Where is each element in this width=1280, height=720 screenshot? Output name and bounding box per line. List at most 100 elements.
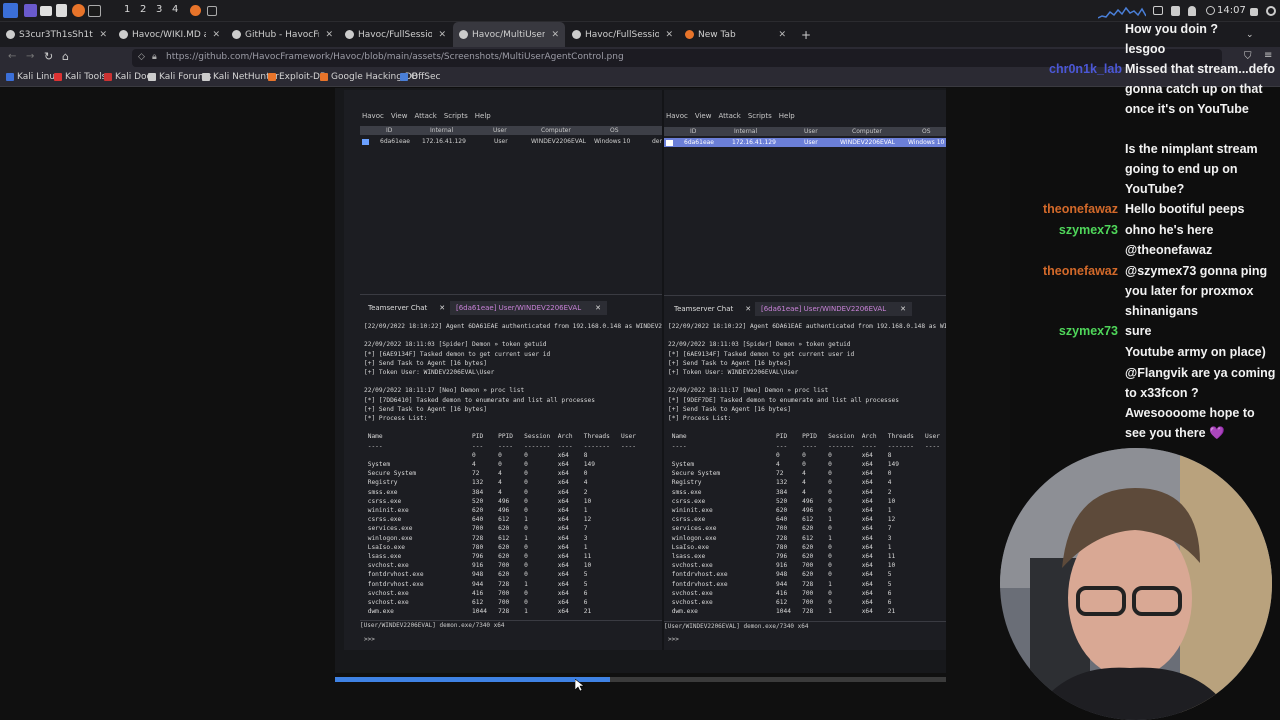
tab-new-tab[interactable]: New Tab ✕ — [679, 22, 792, 47]
command-input-left[interactable]: >>> — [364, 636, 375, 643]
close-icon[interactable]: ✕ — [900, 305, 906, 313]
close-tab-icon[interactable]: ✕ — [551, 30, 559, 40]
lock-icon[interactable]: 🔒︎ — [152, 52, 157, 62]
github-icon — [345, 30, 354, 39]
network-graph-icon — [1098, 6, 1146, 19]
ghdb-icon — [320, 73, 328, 81]
webcam-feed — [1000, 448, 1272, 720]
close-tab-icon[interactable]: ✕ — [438, 30, 446, 40]
window-icon[interactable] — [207, 6, 217, 16]
menu-view[interactable]: View — [695, 112, 712, 124]
clock-icon — [1206, 6, 1215, 15]
chat-message: ohno he's here @theonefawaz — [1125, 223, 1214, 257]
session-row-right-selected[interactable]: 6da61eae 172.16.41.129 User WINDEV2206EV… — [664, 138, 946, 147]
firefox-icon[interactable] — [72, 4, 85, 17]
tab-teamserver-chat-left[interactable]: Teamserver Chat ✕ — [368, 301, 445, 315]
menu-havoc[interactable]: Havoc — [362, 112, 384, 124]
firefox-icon — [685, 30, 694, 39]
file-manager-icon[interactable] — [40, 6, 52, 16]
chat-username: theonefawaz — [1042, 202, 1118, 216]
desktop-icon[interactable] — [24, 4, 37, 17]
tab-havoc-framework[interactable]: GitHub - HavocFramewo✕ — [226, 22, 339, 47]
github-icon — [119, 30, 128, 39]
back-icon[interactable]: ← — [8, 51, 16, 62]
menu-attack[interactable]: Attack — [414, 112, 436, 124]
tab-multiuseragentcontrol[interactable]: Havoc/MultiUserAgentCo✕ — [453, 22, 565, 47]
menu-view[interactable]: View — [391, 112, 408, 124]
tab-agent-right[interactable]: [6da61eae] User/WINDEV2206EVAL ✕ — [755, 302, 912, 316]
chat-username: szymex73 — [1058, 324, 1118, 338]
text-editor-icon[interactable] — [56, 4, 67, 17]
kali-docs-icon — [104, 73, 112, 81]
chat-username: theonefawaz — [1042, 264, 1118, 278]
power-icon[interactable] — [1266, 6, 1276, 16]
pane-divider — [662, 90, 664, 650]
bookmark-kali-tools[interactable]: Kali Tools — [54, 72, 106, 82]
tab-fullsessiongraph[interactable]: Havoc/FullSessionGraph✕ — [339, 22, 452, 47]
divider — [360, 294, 662, 295]
kali-tools-icon — [54, 73, 62, 81]
agent-icon — [666, 140, 673, 146]
tab-fullsessiongraph-2[interactable]: Havoc/FullSessionGraph✕ — [566, 22, 679, 47]
firefox-window-icon[interactable] — [190, 5, 201, 16]
forward-icon[interactable]: → — [26, 51, 34, 62]
exploit-db-icon — [268, 73, 276, 81]
kali-menu-icon[interactable] — [3, 3, 18, 18]
kali-forums-icon — [148, 73, 156, 81]
chat-username: szymex73 — [1058, 223, 1118, 237]
workspace-4[interactable]: 4 — [172, 4, 178, 15]
workspace-3[interactable]: 3 — [156, 4, 162, 15]
chat-message: @Flangvik are ya coming to x33fcon ? — [1125, 366, 1276, 400]
home-icon[interactable]: ⌂ — [62, 50, 69, 63]
menu-attack[interactable]: Attack — [718, 112, 740, 124]
havoc-menubar-right: Havoc View Attack Scripts Help — [666, 112, 795, 124]
console-log-left: [22/09/2022 18:10:22] Agent 6DA61EAE aut… — [364, 323, 662, 616]
close-tab-icon[interactable]: ✕ — [778, 30, 786, 40]
menu-help[interactable]: Help — [779, 112, 795, 124]
menu-scripts[interactable]: Scripts — [444, 112, 468, 124]
close-tab-icon[interactable]: ✕ — [212, 30, 220, 40]
reload-icon[interactable]: ↻ — [44, 50, 53, 63]
nethunter-icon — [202, 73, 210, 81]
close-icon[interactable]: ✕ — [745, 305, 751, 313]
volume-icon[interactable] — [1171, 6, 1180, 16]
tab-wiki[interactable]: Havoc/WIKI.MD at main✕ — [113, 22, 226, 47]
agent-icon — [362, 139, 369, 145]
session-row-left[interactable]: 6da61eae 172.16.41.129 User WINDEV2206EV… — [360, 137, 665, 146]
bookmark-offsec[interactable]: OffSec — [400, 72, 440, 82]
lock-icon[interactable] — [1250, 8, 1258, 16]
url-text[interactable]: https://github.com/HavocFramework/Havoc/… — [166, 52, 624, 62]
display-icon[interactable] — [1153, 6, 1163, 15]
bookmark-exploit-db[interactable]: Exploit-DB — [268, 72, 326, 82]
notification-bell-icon[interactable] — [1188, 6, 1196, 16]
offsec-icon — [400, 73, 408, 81]
terminal-icon[interactable] — [88, 5, 101, 17]
close-icon[interactable]: ✕ — [595, 304, 601, 312]
chat-message: @szymex73 gonna ping you later for proxm… — [1125, 264, 1268, 318]
menu-help[interactable]: Help — [475, 112, 491, 124]
session-table-header-right: ID Internal User Computer OS — [664, 127, 946, 136]
tab-agent-left[interactable]: [6da61eae] User/WINDEV2206EVAL ✕ — [450, 301, 607, 315]
menu-scripts[interactable]: Scripts — [748, 112, 772, 124]
workspace-2[interactable]: 2 — [140, 4, 146, 15]
bookmark-kali-linux[interactable]: Kali Linux — [6, 72, 60, 82]
havoc-screenshot: Havoc View Attack Scripts Help ID Intern… — [344, 90, 946, 650]
tab-teamserver-chat-right[interactable]: Teamserver Chat ✕ — [674, 302, 751, 316]
close-tab-icon[interactable]: ✕ — [99, 30, 107, 40]
mouse-cursor-icon — [575, 679, 585, 692]
havoc-menubar-left: Havoc View Attack Scripts Help — [362, 112, 491, 124]
new-tab-button[interactable]: + — [795, 22, 815, 47]
tab-s3cur3th1ssh1t[interactable]: S3cur3Th1sSh1t · GitHub✕ — [0, 22, 113, 47]
chat-message: sure — [1125, 324, 1152, 338]
chat-message: How you doin ? — [1125, 22, 1219, 36]
os-taskbar: 1 2 3 4 14:07 — [0, 0, 1280, 22]
chat-message: Awesoooome hope to see you there 💜 — [1125, 406, 1255, 440]
divider — [664, 295, 946, 296]
workspace-1[interactable]: 1 — [124, 4, 130, 15]
close-tab-icon[interactable]: ✕ — [325, 30, 333, 40]
shield-icon[interactable]: ◇ — [138, 52, 145, 62]
menu-havoc[interactable]: Havoc — [666, 112, 688, 124]
command-input-right[interactable]: >>> — [668, 636, 679, 643]
close-tab-icon[interactable]: ✕ — [665, 30, 673, 40]
close-icon[interactable]: ✕ — [439, 304, 445, 312]
